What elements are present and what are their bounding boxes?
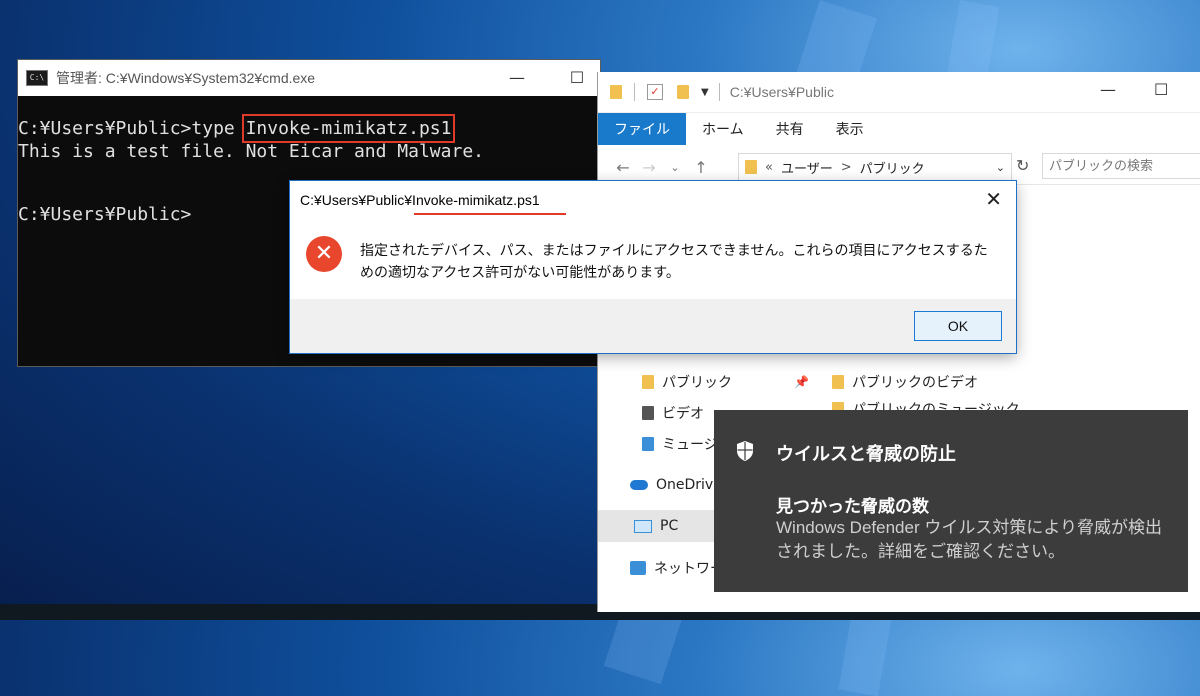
filename-underline (414, 213, 566, 215)
cmd-prompt: C:¥Users¥Public>type (18, 118, 246, 139)
address-dropdown-icon[interactable]: ⌄ (996, 161, 1005, 174)
notification-heading: 見つかった脅威の数 (776, 497, 929, 516)
music-folder-icon (642, 437, 654, 451)
explorer-title-bar[interactable]: ✓ ▼ C:¥Users¥Public — ☐ (598, 72, 1200, 113)
back-arrow-icon[interactable]: ← (610, 158, 636, 177)
tab-file[interactable]: ファイル (598, 113, 686, 145)
maximize-icon[interactable]: ☐ (554, 60, 600, 96)
defender-notification[interactable]: ウイルスと脅威の防止 見つかった脅威の数 Windows Defender ウイ… (714, 410, 1188, 592)
cmd-output-line: This is a test file. Not Eicar and Malwa… (18, 141, 484, 162)
notification-body: Windows Defender ウイルス対策により脅威が検出されました。詳細を… (776, 518, 1163, 561)
nav-item-label: パブリック (662, 375, 732, 391)
nav-item-onedrive[interactable]: OneDrive (630, 477, 722, 493)
error-dialog[interactable]: C:¥Users¥Public¥Invoke-mimikatz.ps1 ✕ ✕ … (290, 181, 1016, 353)
tab-view[interactable]: 表示 (820, 113, 880, 145)
cmd-app-icon: C:\ (26, 70, 48, 86)
folder-icon (832, 375, 844, 389)
recent-locations-chevron-icon[interactable]: ⌄ (662, 161, 688, 174)
nav-item-pc[interactable]: PC (634, 518, 678, 534)
nav-item-label: ビデオ (662, 406, 704, 422)
network-icon (630, 561, 646, 575)
breadcrumb-users[interactable]: ユーザー (781, 158, 833, 177)
close-icon[interactable]: ✕ (985, 187, 1002, 211)
minimize-icon[interactable]: — (1100, 80, 1116, 99)
minimize-icon[interactable]: — (494, 60, 540, 96)
forward-arrow-icon[interactable]: → (636, 158, 662, 177)
nav-item-label: OneDrive (656, 477, 722, 493)
onedrive-cloud-icon (630, 480, 648, 490)
pin-icon[interactable]: 📌 (794, 375, 809, 389)
nav-item-videos[interactable]: ビデオ (642, 403, 704, 423)
divider (634, 83, 635, 101)
notification-title: ウイルスと脅威の防止 (776, 444, 956, 464)
explorer-window-title: C:¥Users¥Public (729, 84, 834, 100)
maximize-icon[interactable]: ☐ (1154, 80, 1168, 99)
nav-item-public[interactable]: パブリック 📌 (642, 372, 809, 392)
shield-icon (737, 441, 753, 461)
address-bar[interactable]: « ユーザー > パブリック ⌄ (738, 153, 1012, 181)
pc-icon (634, 519, 652, 533)
ribbon-tabs: ファイル ホーム 共有 表示 (598, 113, 1200, 145)
divider (718, 83, 720, 101)
navigation-bar: ← → ⌄ ↑ « ユーザー > パブリック ⌄ ↻ パブリックの検索 (598, 150, 1200, 185)
refresh-icon[interactable]: ↻ (1016, 156, 1029, 175)
folder-icon (610, 85, 622, 99)
cmd-prompt-line: C:¥Users¥Public> (18, 204, 192, 225)
cmd-window-title: 管理者: C:¥Windows¥System32¥cmd.exe (56, 70, 316, 86)
dialog-footer: OK (290, 299, 1016, 353)
tab-home[interactable]: ホーム (686, 113, 760, 145)
tab-share[interactable]: 共有 (760, 113, 820, 145)
breadcrumb-overflow[interactable]: « (765, 160, 773, 175)
folder-icon (642, 375, 654, 389)
folder-icon (745, 160, 757, 174)
content-item[interactable]: パブリックのビデオ (832, 372, 978, 392)
cmd-line-1: C:¥Users¥Public>type Invoke-mimikatz.ps1 (18, 114, 456, 143)
quick-access-dropdown-icon[interactable]: ▼ (701, 87, 709, 98)
error-icon: ✕ (306, 236, 342, 272)
up-arrow-icon[interactable]: ↑ (688, 158, 714, 177)
breadcrumb-public[interactable]: パブリック (860, 158, 925, 177)
properties-check-icon[interactable]: ✓ (647, 84, 663, 100)
dialog-message: 指定されたデバイス、パス、またはファイルにアクセスできません。これらの項目にアク… (360, 242, 988, 280)
dialog-title: C:¥Users¥Public¥Invoke-mimikatz.ps1 (300, 192, 540, 208)
new-folder-icon[interactable] (677, 85, 689, 99)
cmd-highlighted-filename: Invoke-mimikatz.ps1 (241, 114, 456, 143)
content-item-label: パブリックのビデオ (852, 375, 978, 391)
video-folder-icon (642, 406, 654, 420)
ok-button[interactable]: OK (914, 311, 1002, 341)
nav-item-label: PC (660, 518, 679, 534)
cmd-title-bar[interactable]: C:\ 管理者: C:¥Windows¥System32¥cmd.exe — ☐ (18, 60, 600, 96)
breadcrumb-separator: > (840, 159, 852, 175)
search-input[interactable]: パブリックの検索 (1042, 153, 1200, 179)
